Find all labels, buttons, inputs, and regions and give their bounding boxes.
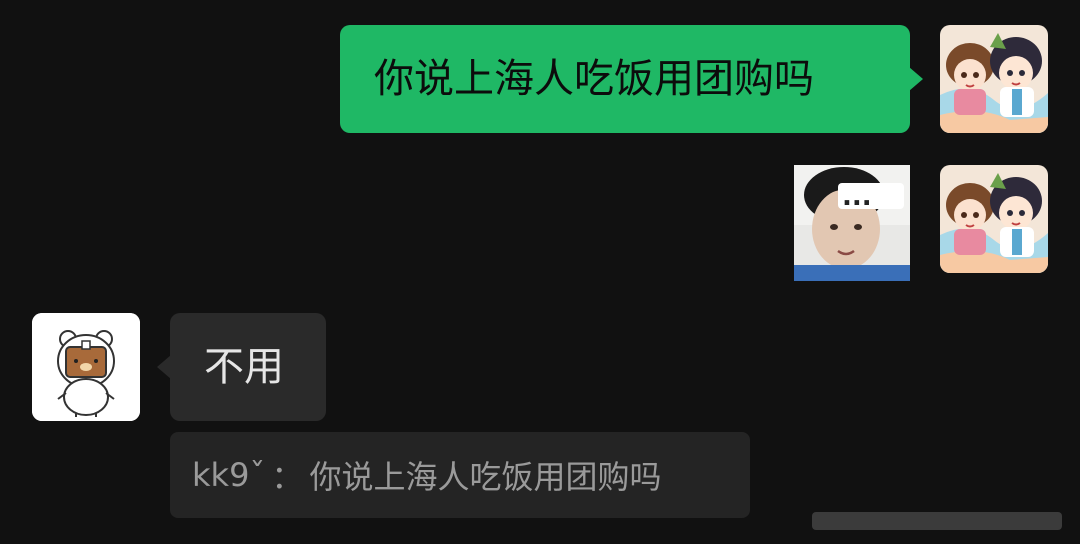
quote-separator: ： [271, 458, 304, 496]
my-avatar-anime-couple-icon[interactable] [940, 165, 1048, 273]
quoted-message[interactable]: kk9ˇ ： 你说上海人吃饭用团购吗 [170, 432, 750, 518]
message-text: 不用 [204, 344, 284, 390]
bubble-tail [157, 355, 171, 379]
chat-window: 你说上海人吃饭用团购吗 ... 不用 kk9ˇ ： 你说上海人吃饭用团购吗 [0, 0, 1080, 544]
sent-sticker-face-with-ellipsis-icon[interactable]: ... [794, 165, 910, 281]
bubble-tail [909, 67, 923, 91]
received-message-bubble[interactable]: 不用 [170, 313, 326, 421]
my-avatar-anime-couple-icon[interactable] [940, 25, 1048, 133]
message-text: 你说上海人吃饭用团购吗 [374, 56, 814, 102]
quote-author: kk9ˇ [192, 456, 266, 494]
quote-text: 你说上海人吃饭用团购吗 [309, 458, 662, 496]
watermark-icon [812, 512, 1062, 530]
sticker-text: ... [842, 182, 872, 212]
sent-message-bubble[interactable]: 你说上海人吃饭用团购吗 [340, 25, 910, 133]
contact-avatar-rilakkuma-bear-icon[interactable] [32, 313, 140, 421]
